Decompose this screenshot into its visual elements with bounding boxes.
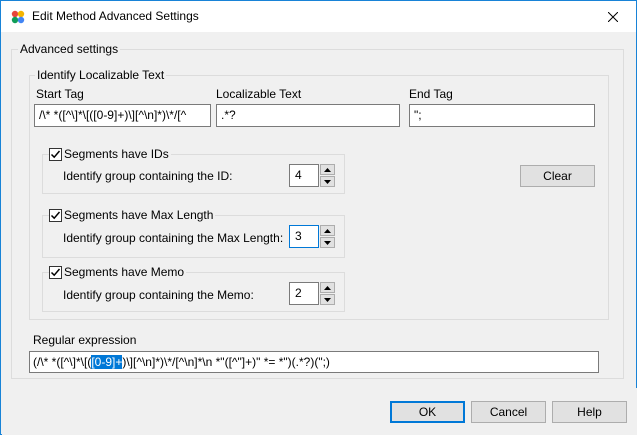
regex-text-before: (/\* *([^\]*\[(	[33, 355, 92, 369]
ok-button[interactable]: OK	[390, 401, 465, 423]
cancel-button[interactable]: Cancel	[471, 401, 546, 423]
id-group-up-button[interactable]	[320, 164, 335, 175]
regex-input[interactable]: (/\* *([^\]*\[([0-9]+)\][^\n]*)\*/[^\n]*…	[29, 351, 599, 373]
window-title: Edit Method Advanced Settings	[32, 9, 199, 23]
segments-have-max-length-label[interactable]: Segments have Max Length	[62, 208, 216, 222]
max-length-group-up-button[interactable]	[320, 225, 335, 236]
clear-button[interactable]: Clear	[520, 165, 595, 187]
memo-group-down-button[interactable]	[320, 294, 335, 305]
app-icon	[11, 10, 25, 24]
segments-have-memo-checkbox[interactable]	[49, 266, 62, 279]
memo-group-up-button[interactable]	[320, 282, 335, 293]
arrow-down-icon	[324, 179, 331, 184]
max-length-group-spinner	[320, 225, 335, 248]
id-group-label: Identify group containing the ID:	[63, 169, 233, 183]
segments-have-memo-label[interactable]: Segments have Memo	[62, 265, 187, 279]
advanced-settings-legend: Advanced settings	[18, 42, 121, 56]
max-length-group-down-button[interactable]	[320, 237, 335, 248]
localizable-text-label: Localizable Text	[216, 87, 302, 101]
arrow-up-icon	[324, 285, 331, 290]
end-tag-label: End Tag	[409, 87, 453, 101]
regex-text-after: )\][^\n]*)\*/[^\n]*\n *"([^"]+)" *= *")(…	[122, 355, 330, 369]
max-length-group-label: Identify group containing the Max Length…	[63, 231, 284, 245]
memo-group-spinner	[320, 282, 335, 305]
arrow-down-icon	[324, 297, 331, 302]
checkmark-icon	[50, 268, 61, 277]
checkmark-icon	[50, 211, 61, 220]
dialog-window: Edit Method Advanced Settings Advanced s…	[0, 0, 637, 435]
segments-have-max-length-checkbox[interactable]	[49, 209, 62, 222]
close-icon	[608, 11, 618, 22]
end-tag-input[interactable]: ";	[409, 104, 595, 127]
arrow-down-icon	[324, 240, 331, 245]
localizable-text-input[interactable]: .*?	[216, 104, 400, 127]
identify-localizable-text-legend: Identify Localizable Text	[35, 68, 167, 82]
segments-have-ids-label[interactable]: Segments have IDs	[62, 147, 171, 161]
id-group-input[interactable]: 4	[289, 164, 319, 187]
help-button[interactable]: Help	[552, 401, 627, 423]
start-tag-input[interactable]: /\* *([^\]*\[([0-9]+)\][^\n]*)\*/[^	[34, 104, 211, 127]
regex-selection: [0-9]+	[91, 355, 123, 369]
id-group-spinner	[320, 164, 335, 187]
close-button[interactable]	[590, 1, 636, 32]
arrow-up-icon	[324, 167, 331, 172]
regex-label: Regular expression	[33, 333, 137, 347]
title-bar[interactable]: Edit Method Advanced Settings	[1, 1, 636, 32]
max-length-group-input[interactable]: 3	[289, 225, 319, 248]
memo-group-label: Identify group containing the Memo:	[63, 288, 254, 302]
start-tag-label: Start Tag	[36, 87, 84, 101]
memo-group-input[interactable]: 2	[289, 282, 319, 305]
id-group-down-button[interactable]	[320, 176, 335, 187]
arrow-up-icon	[324, 228, 331, 233]
segments-have-ids-checkbox[interactable]	[49, 148, 62, 161]
checkmark-icon	[50, 150, 61, 159]
